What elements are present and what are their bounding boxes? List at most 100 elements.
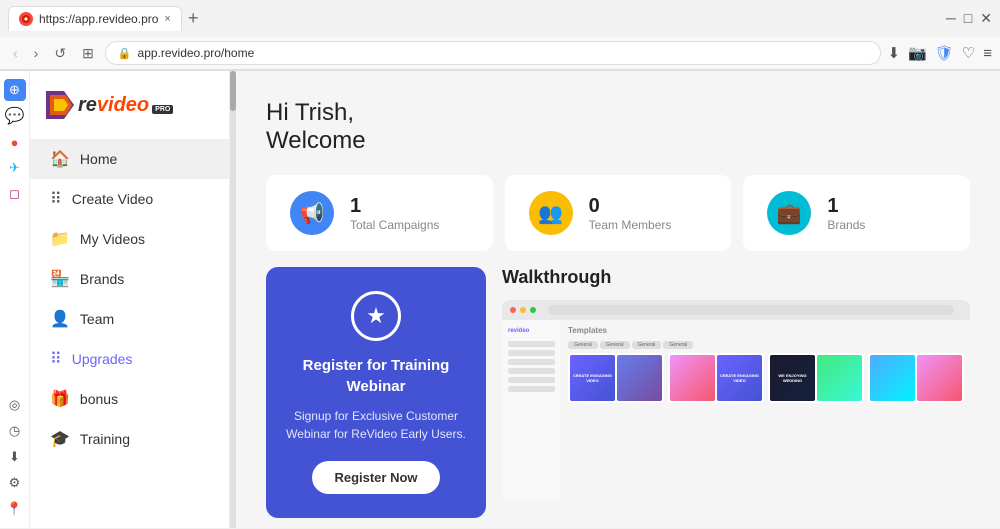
preview-dot-red xyxy=(510,307,516,313)
browser-titlebar: https://app.revideo.pro × + ─ □ ✕ xyxy=(0,0,1000,37)
refresh-button[interactable]: ↺ xyxy=(49,42,71,65)
register-now-button[interactable]: Register Now xyxy=(312,461,439,494)
sidebar-item-upgrades[interactable]: ⠿ Upgrades xyxy=(30,339,229,379)
template-img-1b xyxy=(617,355,662,401)
heart-icon[interactable]: ♡ xyxy=(962,44,975,62)
scroll-indicator[interactable] xyxy=(230,71,236,528)
general-tab-3: General xyxy=(632,341,662,349)
toolbar-actions: ⬇ 📷 🛡 ♡ ≡ xyxy=(887,44,992,62)
template-img-2a xyxy=(670,355,715,401)
browser-tab[interactable]: https://app.revideo.pro × xyxy=(8,6,182,31)
preview-sidebar-item-6 xyxy=(508,386,555,392)
template-img-3b xyxy=(817,355,862,401)
logo-revideo: revideo xyxy=(78,94,149,117)
template-label-3: WE ENJOYING WEDDING xyxy=(770,371,815,385)
logo-pro-badge: PRO xyxy=(152,105,173,114)
template-label-2: CREATE ENGAGING VIDEO xyxy=(717,371,762,385)
preview-header: Templates xyxy=(568,326,964,335)
menu-icon[interactable]: ≡ xyxy=(983,45,992,62)
sidebar-label-training: Training xyxy=(80,431,130,447)
sidebar-item-my-videos[interactable]: 📁 My Videos xyxy=(30,219,229,259)
target-icon-btn[interactable]: ◎ xyxy=(4,394,26,416)
my-videos-icon: 📁 xyxy=(50,229,70,249)
address-text: app.revideo.pro/home xyxy=(138,46,869,60)
preview-template-2: CREATE ENGAGING VIDEO xyxy=(668,353,764,403)
sidebar-label-home: Home xyxy=(80,151,117,167)
back-button[interactable]: ‹ xyxy=(8,42,23,64)
logo: revideo PRO xyxy=(46,91,213,119)
sidebar-label-upgrades: Upgrades xyxy=(72,351,133,367)
settings-icon-btn[interactable]: ⚙ xyxy=(4,472,26,494)
close-window-button[interactable]: ✕ xyxy=(980,10,992,27)
team-label: Team Members xyxy=(589,218,672,232)
brands-label: Brands xyxy=(827,218,865,232)
lock-icon: 🔒 xyxy=(118,47,132,60)
sidebar-item-training[interactable]: 🎓 Training xyxy=(30,419,229,459)
template-img-2b: CREATE ENGAGING VIDEO xyxy=(717,355,762,401)
walkthrough-preview: revideo Templates Genera xyxy=(502,300,970,500)
template-img-4a xyxy=(870,355,915,401)
preview-main: Templates General General General Genera… xyxy=(562,320,970,500)
app-container: ⊕ 💬 ● ✈ ◻ ◎ ◷ ⬇ ⚙ 📍 revideo PRO xyxy=(0,71,1000,528)
training-icon: 🎓 xyxy=(50,429,70,449)
preview-dot-yellow xyxy=(520,307,526,313)
clock-icon-btn[interactable]: ◷ xyxy=(4,420,26,442)
new-tab-button[interactable]: + xyxy=(188,8,199,29)
stats-row: 📢 1 Total Campaigns 👥 0 Team Members 💼 1… xyxy=(266,175,970,251)
preview-sidebar-item-3 xyxy=(508,359,555,365)
webinar-card: ★ Register for Training Webinar Signup f… xyxy=(266,267,486,518)
tab-close-button[interactable]: × xyxy=(164,13,170,25)
template-img-4b xyxy=(917,355,962,401)
logo-text: revideo PRO xyxy=(78,94,173,117)
shield-icon[interactable]: 🛡 xyxy=(935,44,954,62)
team-icon: 👤 xyxy=(50,309,70,329)
preview-dot-green xyxy=(530,307,536,313)
general-tab-2: General xyxy=(600,341,630,349)
webinar-star-icon: ★ xyxy=(351,291,401,341)
webinar-description: Signup for Exclusive Customer Webinar fo… xyxy=(286,407,466,443)
extensions-button[interactable]: ⊞ xyxy=(77,42,99,65)
logo-icon xyxy=(46,91,74,119)
stat-card-campaigns: 📢 1 Total Campaigns xyxy=(266,175,493,251)
preview-sidebar-item-5 xyxy=(508,377,555,383)
sidebar-item-brands[interactable]: 🏪 Brands xyxy=(30,259,229,299)
general-tab-4: General xyxy=(663,341,693,349)
template-img-3a: WE ENJOYING WEDDING xyxy=(770,355,815,401)
home-icon-btn[interactable]: ⊕ xyxy=(4,79,26,101)
brands-info: 1 Brands xyxy=(827,195,865,232)
sidebar-item-team[interactable]: 👤 Team xyxy=(30,299,229,339)
sidebar-label-bonus: bonus xyxy=(80,391,118,407)
sidebar-item-bonus[interactable]: 🎁 bonus xyxy=(30,379,229,419)
bonus-icon: 🎁 xyxy=(50,389,70,409)
sidebar-label-team: Team xyxy=(80,311,114,327)
welcome-text: Hi Trish, Welcome xyxy=(266,99,970,155)
camera-icon[interactable]: 📷 xyxy=(908,44,927,62)
preview-sidebar-item-1 xyxy=(508,341,555,347)
messenger-icon-btn[interactable]: 💬 xyxy=(4,105,26,127)
sidebar-logo: revideo PRO xyxy=(30,83,229,139)
download-icon-btn[interactable]: ⬇ xyxy=(4,446,26,468)
scroll-thumb xyxy=(230,71,236,111)
team-members-icon: 👥 xyxy=(529,191,573,235)
maximize-button[interactable]: □ xyxy=(964,10,972,27)
stat-card-brands: 💼 1 Brands xyxy=(743,175,970,251)
sidebar-label-my-videos: My Videos xyxy=(80,231,145,247)
circle-icon-btn[interactable]: ● xyxy=(4,131,26,153)
minimize-button[interactable]: ─ xyxy=(946,10,956,27)
instagram-icon-btn[interactable]: ◻ xyxy=(4,183,26,205)
download-icon[interactable]: ⬇ xyxy=(887,44,900,62)
bottom-row: ★ Register for Training Webinar Signup f… xyxy=(266,267,970,528)
team-info: 0 Team Members xyxy=(589,195,672,232)
preview-sidebar: revideo xyxy=(502,320,562,500)
preview-content: revideo Templates Genera xyxy=(502,320,970,500)
forward-button[interactable]: › xyxy=(29,42,44,64)
walkthrough-title: Walkthrough xyxy=(502,267,970,288)
location-icon-btn[interactable]: 📍 xyxy=(4,498,26,520)
address-bar[interactable]: 🔒 app.revideo.pro/home xyxy=(105,41,882,65)
campaigns-info: 1 Total Campaigns xyxy=(350,195,439,232)
tab-favicon xyxy=(19,12,33,26)
sidebar-item-home[interactable]: 🏠 Home xyxy=(30,139,229,179)
sidebar-item-create-video[interactable]: ⠿ Create Video xyxy=(30,179,229,219)
telegram-icon-btn[interactable]: ✈ xyxy=(4,157,26,179)
preview-template-3: WE ENJOYING WEDDING xyxy=(768,353,864,403)
